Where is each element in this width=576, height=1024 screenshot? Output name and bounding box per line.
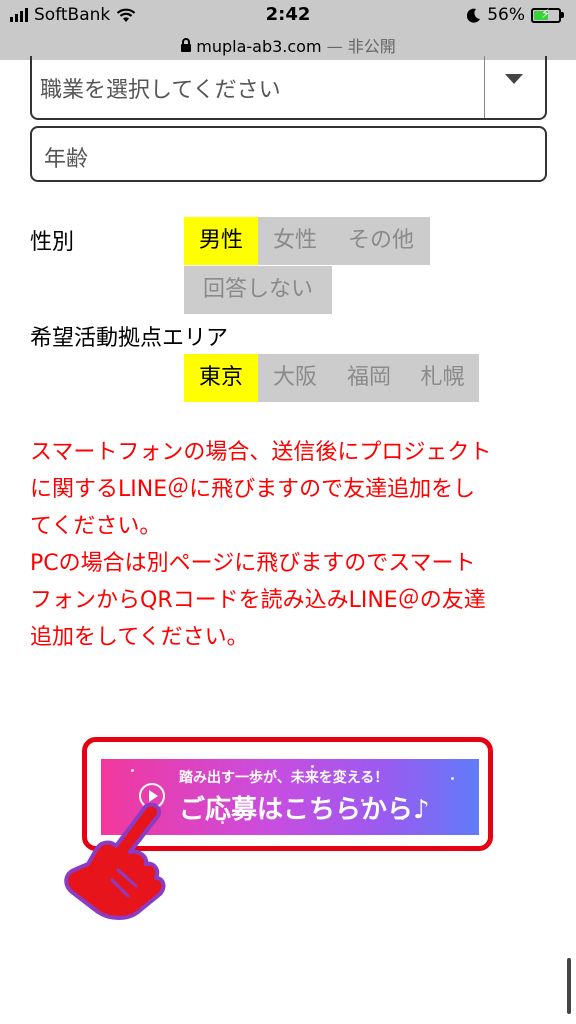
occupation-select[interactable]: 職業を選択してください: [30, 56, 547, 120]
pointing-hand-icon: [64, 802, 166, 920]
notice-line: 追加をしてください。: [30, 625, 249, 650]
banner-label: ご応募はこちらから♪: [179, 795, 430, 825]
notice-line: PCの場合は別ページに飛びますのでスマート: [30, 551, 476, 576]
status-right: 56% ⚡: [467, 5, 564, 25]
age-input[interactable]: 年齢: [30, 126, 547, 182]
area-option-osaka[interactable]: 大阪: [258, 354, 332, 402]
notice-line: フォンからQRコードを読み込みLINE＠の友達: [30, 588, 486, 613]
url-text: mupla-ab3.com: [196, 37, 322, 56]
scrollbar[interactable]: [567, 958, 571, 1014]
address-bar[interactable]: mupla-ab3.com — 非公開: [0, 33, 576, 57]
chevron-down-icon[interactable]: [505, 74, 523, 84]
area-option-sapporo[interactable]: 札幌: [406, 354, 479, 402]
notice-line: に関するLINE＠に飛びますので友達追加をし: [30, 477, 476, 502]
notice-line: スマートフォンの場合、送信後にプロジェクト: [30, 440, 492, 465]
notice-line: てください。: [30, 514, 162, 539]
url-privacy-label: — 非公開: [326, 37, 396, 56]
banner-tagline: 踏み出す一歩が、未来を変える！: [179, 770, 389, 786]
battery-percent: 56%: [487, 5, 525, 25]
gender-option-male[interactable]: 男性: [184, 217, 258, 265]
battery-tip: [561, 12, 564, 18]
gender-label: 性別: [30, 230, 75, 255]
battery-icon: ⚡: [531, 7, 561, 23]
line-notice: スマートフォンの場合、送信後にプロジェクト に関するLINE＠に飛びますので友達…: [30, 434, 550, 656]
gender-option-other[interactable]: その他: [332, 217, 430, 265]
select-divider: [484, 56, 485, 118]
occupation-placeholder: 職業を選択してください: [40, 78, 281, 103]
lock-icon: [180, 37, 192, 56]
gender-option-no-answer[interactable]: 回答しない: [184, 266, 332, 314]
area-label: 希望活動拠点エリア: [30, 326, 229, 351]
age-placeholder: 年齢: [44, 147, 89, 172]
gender-option-female[interactable]: 女性: [258, 217, 332, 265]
area-option-fukuoka[interactable]: 福岡: [332, 354, 406, 402]
status-bar: SoftBank 2:42 56% ⚡ mupla-ab3.com — 非公開: [0, 0, 576, 60]
area-option-tokyo[interactable]: 東京: [184, 354, 258, 402]
moon-icon: [467, 8, 481, 23]
